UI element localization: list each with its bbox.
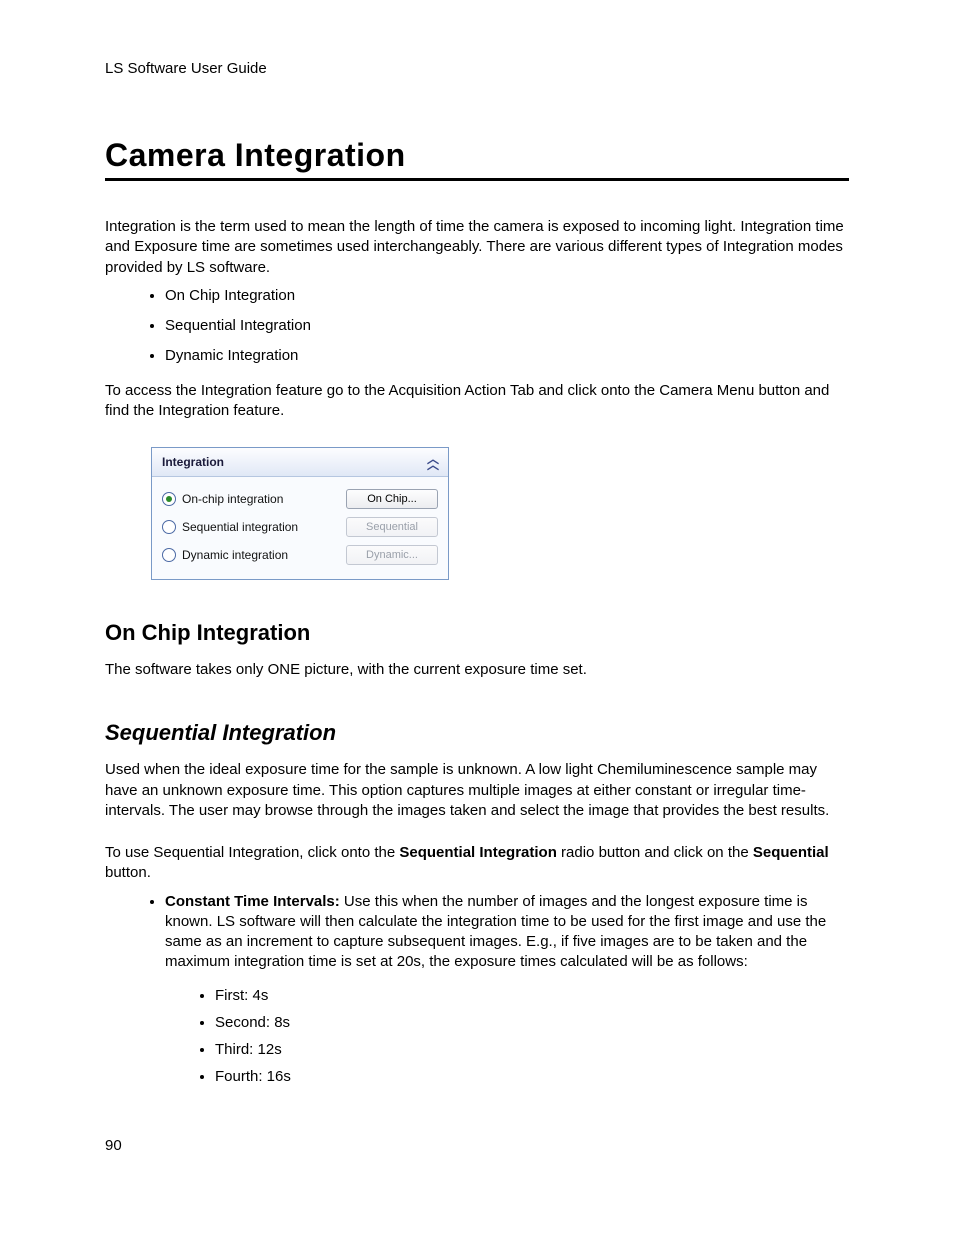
integration-modes-list: On Chip Integration Sequential Integrati…: [105, 286, 849, 367]
sequential-paragraph-1: Used when the ideal exposure time for th…: [105, 760, 849, 821]
bold-fragment: Constant Time Intervals:: [165, 893, 340, 910]
radio-icon: [162, 548, 176, 562]
radio-label: On-chip integration: [182, 492, 283, 506]
radio-label: Dynamic integration: [182, 548, 288, 562]
radio-icon: [162, 520, 176, 534]
onchip-heading: On Chip Integration: [105, 620, 849, 646]
chapter-title: Camera Integration: [105, 137, 849, 174]
text-fragment: radio button and click on the: [557, 844, 753, 861]
radio-icon: [162, 492, 176, 506]
sequential-paragraph-2: To use Sequential Integration, click ont…: [105, 843, 849, 884]
running-header: LS Software User Guide: [105, 60, 849, 77]
list-item: First: 4s: [215, 987, 849, 1004]
page-number: 90: [105, 1137, 849, 1154]
list-item: Sequential Integration: [165, 316, 849, 336]
integration-panel: Integration ︿︿ On-chip integration On Ch…: [151, 447, 449, 580]
list-item: Third: 12s: [215, 1041, 849, 1058]
integration-panel-header[interactable]: Integration ︿︿: [152, 448, 448, 477]
onchip-paragraph: The software takes only ONE picture, wit…: [105, 660, 849, 680]
radio-onchip[interactable]: On-chip integration: [162, 492, 283, 506]
dynamic-button[interactable]: Dynamic...: [346, 545, 438, 565]
constant-intervals-list: Constant Time Intervals: Use this when t…: [105, 892, 849, 973]
sequential-heading: Sequential Integration: [105, 720, 849, 746]
list-item: Constant Time Intervals: Use this when t…: [165, 892, 849, 973]
exposure-times-list: First: 4s Second: 8s Third: 12s Fourth: …: [105, 987, 849, 1085]
bold-fragment: Sequential: [753, 844, 829, 861]
radio-sequential[interactable]: Sequential integration: [162, 520, 298, 534]
integration-panel-title: Integration: [162, 455, 224, 469]
list-item: Second: 8s: [215, 1014, 849, 1031]
list-item: On Chip Integration: [165, 286, 849, 306]
panel-row-dynamic: Dynamic integration Dynamic...: [162, 541, 438, 569]
panel-row-onchip: On-chip integration On Chip...: [162, 485, 438, 513]
sequential-button[interactable]: Sequential: [346, 517, 438, 537]
panel-row-sequential: Sequential integration Sequential: [162, 513, 438, 541]
text-fragment: button.: [105, 864, 151, 881]
bold-fragment: Sequential Integration: [399, 844, 557, 861]
chapter-divider: [105, 178, 849, 181]
list-item: Fourth: 16s: [215, 1068, 849, 1085]
intro-paragraph-1: Integration is the term used to mean the…: [105, 217, 849, 278]
text-fragment: To use Sequential Integration, click ont…: [105, 844, 399, 861]
radio-label: Sequential integration: [182, 520, 298, 534]
list-item: Dynamic Integration: [165, 346, 849, 366]
integration-panel-body: On-chip integration On Chip... Sequentia…: [152, 477, 448, 579]
onchip-button[interactable]: On Chip...: [346, 489, 438, 509]
document-page: LS Software User Guide Camera Integratio…: [0, 0, 954, 1194]
intro-paragraph-2: To access the Integration feature go to …: [105, 381, 849, 422]
radio-dynamic[interactable]: Dynamic integration: [162, 548, 288, 562]
collapse-icon: ︿︿: [427, 456, 438, 468]
